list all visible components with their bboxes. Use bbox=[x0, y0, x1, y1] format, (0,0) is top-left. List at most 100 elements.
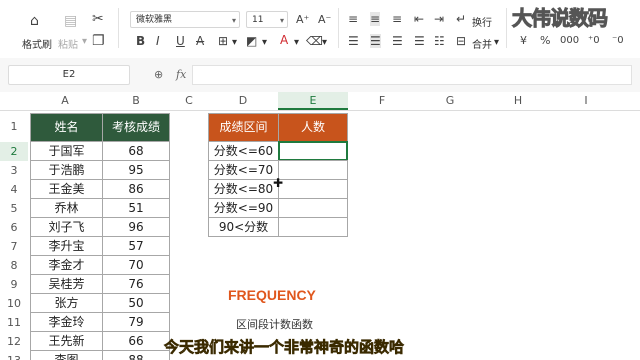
indent-decrease-icon[interactable]: ⇤ bbox=[414, 12, 424, 26]
row-header-5[interactable]: 5 bbox=[0, 199, 28, 218]
increase-decimal-icon[interactable]: ⁺0 bbox=[588, 34, 600, 48]
wrap-text-label[interactable]: 换行 bbox=[472, 14, 492, 29]
strikethrough-icon[interactable]: A bbox=[196, 34, 204, 48]
table1-name-cell[interactable]: 张方 bbox=[30, 293, 103, 313]
merge-icon[interactable]: ⊟ bbox=[456, 34, 466, 48]
row-header-12[interactable]: 12 bbox=[0, 332, 28, 351]
chevron-down-icon[interactable]: ▾ bbox=[322, 37, 327, 48]
table2-count-cell[interactable] bbox=[278, 160, 348, 180]
format-painter-label[interactable]: 格式刷 bbox=[22, 36, 52, 51]
copy-icon[interactable]: ❐ bbox=[92, 34, 105, 48]
table2-range-cell[interactable]: 分数<=60 bbox=[208, 141, 279, 161]
thousands-icon[interactable]: 000 bbox=[560, 34, 579, 48]
table2-header-count[interactable]: 人数 bbox=[278, 113, 348, 142]
align-bottom-icon[interactable]: ≡ bbox=[392, 12, 402, 26]
table1-name-cell[interactable]: 王先新 bbox=[30, 331, 103, 351]
table1-score-cell[interactable]: 95 bbox=[102, 160, 170, 180]
table2-count-cell[interactable] bbox=[278, 217, 348, 237]
decrease-decimal-icon[interactable]: ⁻0 bbox=[612, 34, 624, 48]
table2-range-cell[interactable]: 90<分数 bbox=[208, 217, 279, 237]
indent-increase-icon[interactable]: ⇥ bbox=[434, 12, 444, 26]
cut-icon[interactable]: ✂ bbox=[92, 12, 104, 26]
table1-score-cell[interactable]: 50 bbox=[102, 293, 170, 313]
column-header-c[interactable]: C bbox=[170, 92, 208, 110]
align-top-icon[interactable]: ≡ bbox=[348, 12, 358, 26]
column-header-b[interactable]: B bbox=[102, 92, 170, 110]
column-header-i[interactable]: I bbox=[552, 92, 620, 110]
table2-range-cell[interactable]: 分数<=80 bbox=[208, 179, 279, 199]
table1-score-cell[interactable]: 88 bbox=[102, 350, 170, 360]
table1-header-name[interactable]: 姓名 bbox=[30, 113, 103, 142]
table1-score-cell[interactable]: 66 bbox=[102, 331, 170, 351]
table1-score-cell[interactable]: 57 bbox=[102, 236, 170, 256]
row-header-13[interactable]: 13 bbox=[0, 351, 28, 360]
table2-range-cell[interactable]: 分数<=70 bbox=[208, 160, 279, 180]
name-box[interactable]: E2 bbox=[8, 65, 130, 85]
table1-name-cell[interactable]: 李金玲 bbox=[30, 312, 103, 332]
column-header-f[interactable]: F bbox=[348, 92, 416, 110]
table1-score-cell[interactable]: 76 bbox=[102, 274, 170, 294]
chevron-down-icon[interactable]: ▾ bbox=[294, 37, 299, 48]
table1-name-cell[interactable]: 于国军 bbox=[30, 141, 103, 161]
paste-icon[interactable]: ▤ bbox=[64, 14, 77, 28]
table1-name-cell[interactable]: 乔林 bbox=[30, 198, 103, 218]
column-header-a[interactable]: A bbox=[28, 92, 102, 110]
italic-icon[interactable]: I bbox=[156, 34, 160, 48]
table1-score-cell[interactable]: 70 bbox=[102, 255, 170, 275]
font-color-icon[interactable]: A bbox=[280, 33, 288, 47]
wrap-text-icon[interactable]: ↵ bbox=[456, 12, 466, 26]
table2-range-cell[interactable]: 分数<=90 bbox=[208, 198, 279, 218]
row-header-9[interactable]: 9 bbox=[0, 275, 28, 294]
font-name-select[interactable]: 微软雅黑 ▾ bbox=[130, 11, 240, 28]
table2-count-cell[interactable] bbox=[278, 179, 348, 199]
column-header-e[interactable]: E bbox=[278, 92, 348, 110]
percent-icon[interactable]: % bbox=[540, 34, 550, 48]
column-header-g[interactable]: G bbox=[416, 92, 484, 110]
underline-icon[interactable]: U bbox=[176, 34, 185, 48]
table1-score-cell[interactable]: 68 bbox=[102, 141, 170, 161]
table1-name-cell[interactable]: 吴桂芳 bbox=[30, 274, 103, 294]
table1-name-cell[interactable]: 李升宝 bbox=[30, 236, 103, 256]
bold-icon[interactable]: B bbox=[136, 34, 145, 48]
table1-name-cell[interactable]: 李金才 bbox=[30, 255, 103, 275]
row-header-3[interactable]: 3 bbox=[0, 161, 28, 180]
increase-font-icon[interactable]: A⁺ bbox=[296, 13, 309, 27]
chevron-down-icon[interactable]: ▾ bbox=[262, 37, 267, 48]
chevron-down-icon[interactable]: ▾ bbox=[494, 37, 499, 48]
paste-dropdown-icon[interactable]: ▾ bbox=[82, 36, 87, 47]
table1-score-cell[interactable]: 96 bbox=[102, 217, 170, 237]
row-header-11[interactable]: 11 bbox=[0, 313, 28, 332]
column-header-d[interactable]: D bbox=[208, 92, 278, 110]
table1-name-cell[interactable]: 李图 bbox=[30, 350, 103, 360]
row-header-4[interactable]: 4 bbox=[0, 180, 28, 199]
column-header-h[interactable]: H bbox=[484, 92, 552, 110]
fill-color-icon[interactable]: ◩ bbox=[246, 34, 257, 48]
decrease-font-icon[interactable]: A⁻ bbox=[318, 13, 331, 27]
paste-label[interactable]: 粘贴 bbox=[58, 36, 78, 51]
border-icon[interactable]: ⊞ bbox=[218, 34, 228, 48]
table1-name-cell[interactable]: 于浩鹏 bbox=[30, 160, 103, 180]
font-size-select[interactable]: 11 ▾ bbox=[246, 11, 288, 28]
table1-header-score[interactable]: 考核成绩 bbox=[102, 113, 170, 142]
align-left-icon[interactable]: ☰ bbox=[348, 34, 359, 48]
align-right-icon[interactable]: ☰ bbox=[392, 34, 403, 48]
align-center-icon[interactable]: ☰ bbox=[370, 34, 381, 48]
table1-score-cell[interactable]: 86 bbox=[102, 179, 170, 199]
table2-count-cell-active[interactable] bbox=[278, 141, 348, 161]
table1-score-cell[interactable]: 79 bbox=[102, 312, 170, 332]
fx-icon[interactable]: fx bbox=[176, 68, 186, 81]
align-middle-icon[interactable]: ≡ bbox=[370, 12, 381, 26]
currency-icon[interactable]: ¥ bbox=[520, 34, 527, 48]
table1-name-cell[interactable]: 王金美 bbox=[30, 179, 103, 199]
distribute-icon[interactable]: ☷ bbox=[434, 34, 445, 48]
table1-score-cell[interactable]: 51 bbox=[102, 198, 170, 218]
clear-format-icon[interactable]: ⌫ bbox=[306, 34, 323, 48]
row-header-6[interactable]: 6 bbox=[0, 218, 28, 237]
justify-icon[interactable]: ☰ bbox=[414, 34, 425, 48]
table1-name-cell[interactable]: 刘子飞 bbox=[30, 217, 103, 237]
formula-input[interactable] bbox=[192, 65, 632, 85]
row-header-8[interactable]: 8 bbox=[0, 256, 28, 275]
chevron-down-icon[interactable]: ▾ bbox=[232, 37, 237, 48]
format-painter-icon[interactable]: ⌂ bbox=[30, 14, 39, 28]
merge-label[interactable]: 合并 bbox=[472, 36, 492, 51]
